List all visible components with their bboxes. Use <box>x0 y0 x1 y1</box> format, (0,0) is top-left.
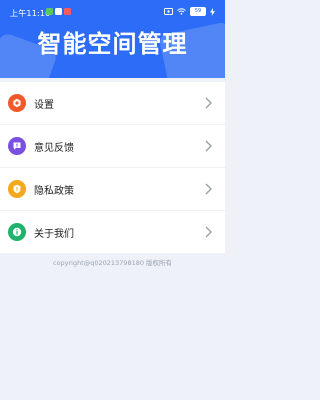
wifi-icon <box>177 8 186 15</box>
menu-item-feedback[interactable]: 意见反馈 <box>0 125 225 168</box>
status-time: 上午11:10 <box>10 9 51 18</box>
chevron-right-icon <box>205 226 212 238</box>
feedback-icon <box>8 137 26 155</box>
settings-menu: 设置 意见反馈 隐私政策 关于我们 <box>0 82 225 253</box>
chevron-right-icon <box>205 97 212 109</box>
menu-item-privacy[interactable]: 隐私政策 <box>0 168 225 211</box>
app-notification-icon <box>64 8 71 15</box>
settings-icon <box>8 94 26 112</box>
info-icon <box>8 223 26 241</box>
app-notification-icon <box>46 8 53 15</box>
menu-item-label: 设置 <box>34 99 54 111</box>
status-indicators: 59 <box>164 7 215 16</box>
menu-item-label: 隐私政策 <box>34 185 74 197</box>
page-title: 智能空间管理 <box>37 30 188 58</box>
menu-item-settings[interactable]: 设置 <box>0 82 225 125</box>
privacy-shield-icon <box>8 180 26 198</box>
header: 上午11:10 59 智能空间管理 <box>0 0 225 78</box>
app-notification-icon <box>55 8 62 15</box>
battery-icon: 59 <box>190 7 206 16</box>
status-bar: 上午11:10 59 <box>0 0 225 26</box>
chevron-right-icon <box>205 183 212 195</box>
menu-item-about[interactable]: 关于我们 <box>0 211 225 253</box>
chevron-right-icon <box>205 140 212 152</box>
screen-cast-icon <box>164 8 173 15</box>
menu-item-label: 关于我们 <box>34 228 74 240</box>
charging-icon <box>210 7 215 16</box>
copyright-footer: copyright@q020213798180 版权所有 <box>52 259 173 267</box>
status-app-icons <box>46 8 71 15</box>
menu-item-label: 意见反馈 <box>34 142 74 154</box>
